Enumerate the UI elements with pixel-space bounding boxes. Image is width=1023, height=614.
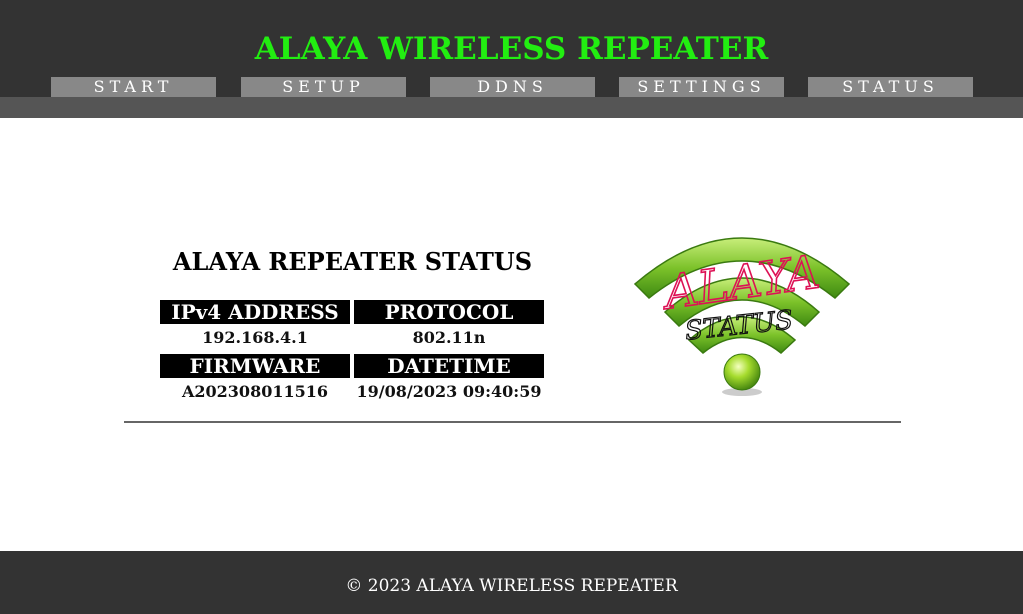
nav-ddns-button[interactable]: DDNS (430, 77, 595, 97)
firmware-label: FIRMWARE (160, 354, 350, 378)
datetime-label: DATETIME (354, 354, 544, 378)
nav-settings-button[interactable]: SETTINGS (619, 77, 784, 97)
nav-setup-button[interactable]: SETUP (241, 77, 406, 97)
page: ALAYA WIRELESS REPEATER START SETUP DDNS… (0, 0, 1023, 614)
protocol-value: 802.11n (412, 328, 486, 347)
footer-copyright: © 2023 ALAYA WIRELESS REPEATER (345, 576, 678, 596)
firmware-value: A202308011516 (181, 382, 328, 401)
ipv4-value: 192.168.4.1 (202, 328, 308, 347)
site-title: ALAYA WIRELESS REPEATER (254, 31, 769, 67)
nav-strip (0, 97, 1023, 118)
nav-status-button[interactable]: STATUS (808, 77, 973, 97)
wifi-logo-icon: ALAYA STATUS (633, 237, 851, 396)
protocol-label: PROTOCOL (354, 300, 544, 324)
content-divider (124, 421, 901, 423)
nav-start-button[interactable]: START (51, 77, 216, 97)
status-title: ALAYA REPEATER STATUS (172, 247, 533, 276)
ipv4-label: IPv4 ADDRESS (160, 300, 350, 324)
datetime-value: 19/08/2023 09:40:59 (356, 382, 542, 401)
